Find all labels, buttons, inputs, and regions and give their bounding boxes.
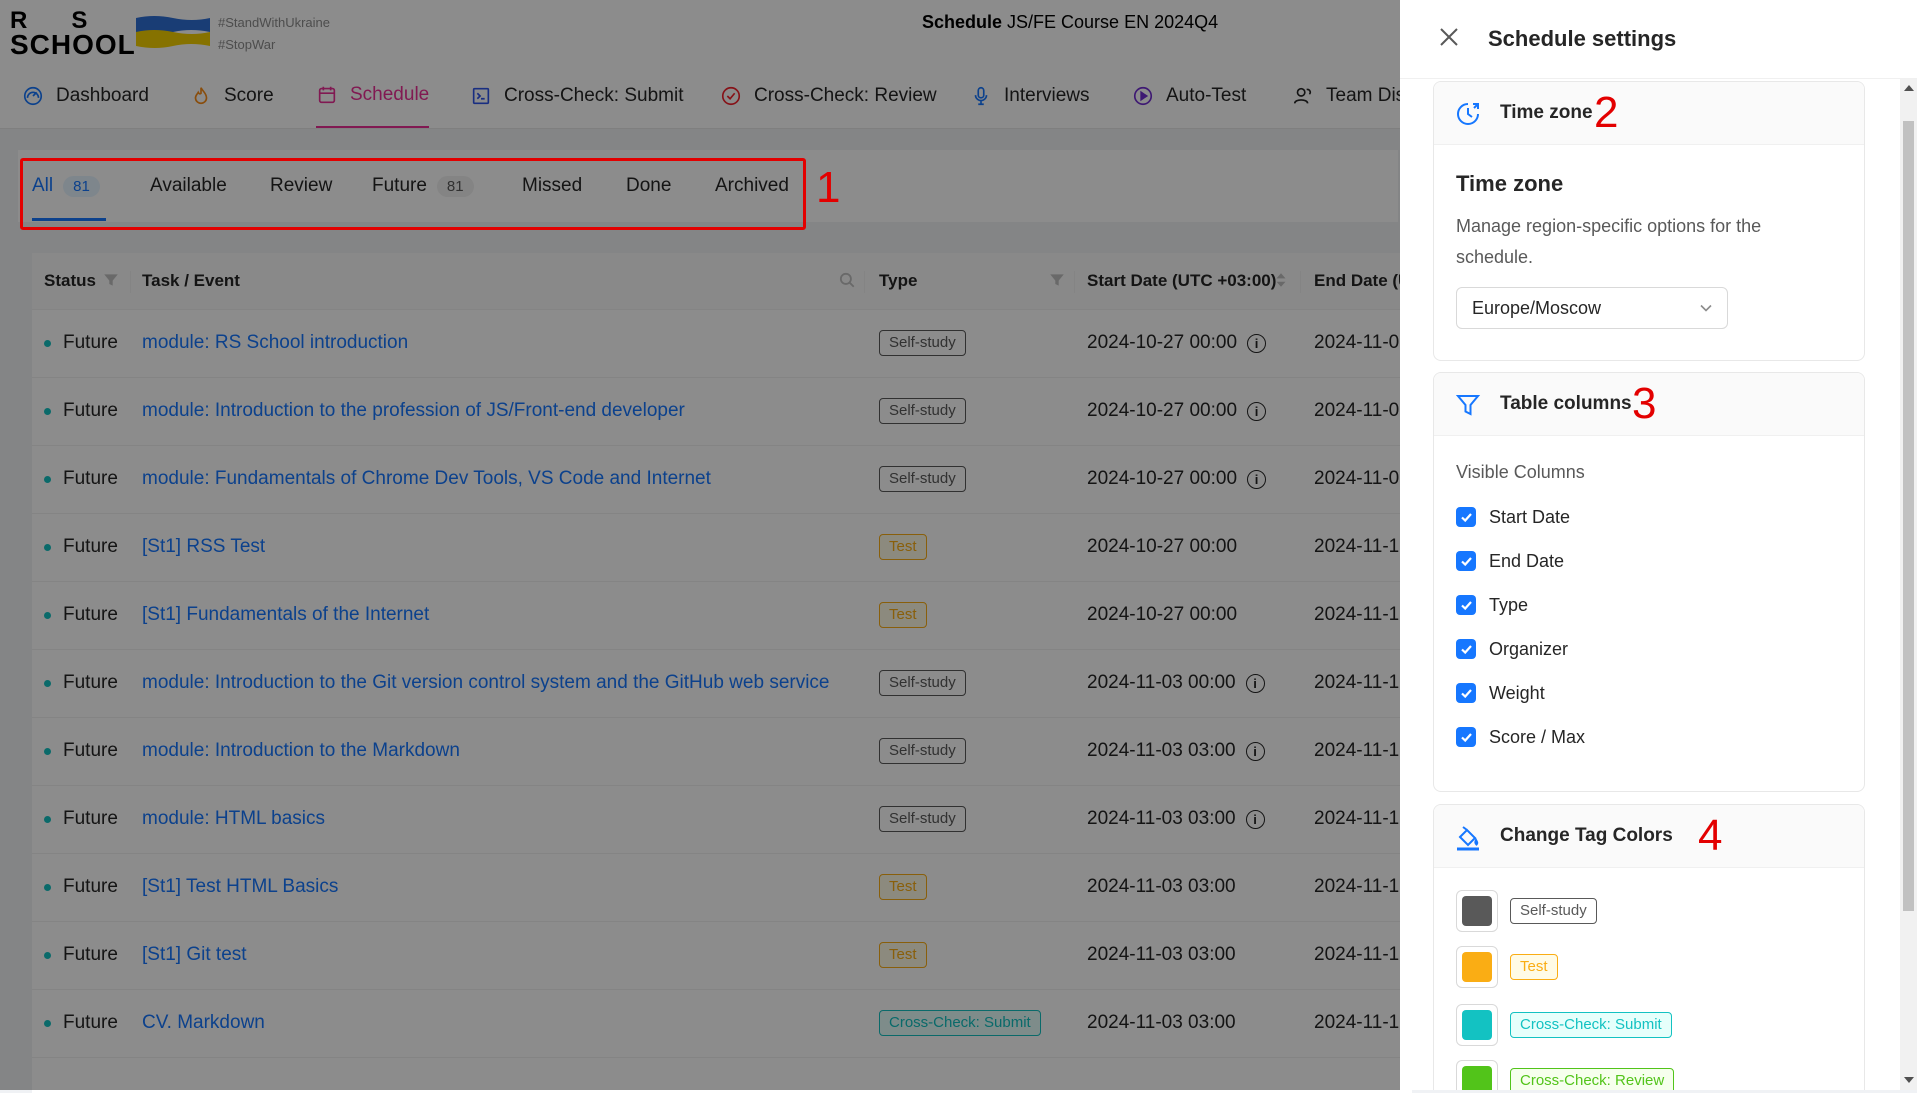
visible-columns-label: Visible Columns bbox=[1456, 462, 1585, 482]
timezone-select[interactable]: Europe/Moscow bbox=[1456, 287, 1728, 329]
drawer-title: Schedule settings bbox=[1488, 26, 1677, 51]
clock-icon bbox=[1457, 103, 1479, 125]
annotation-4: 4 bbox=[1698, 811, 1723, 860]
checkbox-checked-icon bbox=[1456, 639, 1476, 659]
checkbox-checked-icon bbox=[1456, 595, 1476, 615]
checkbox-label: Score / Max bbox=[1489, 726, 1586, 747]
scroll-down-arrow-icon[interactable] bbox=[1904, 1077, 1914, 1083]
tag-colors-card: Change Tag Colors 4 Self-study Test Cros… bbox=[1433, 804, 1865, 1090]
drawer-header: Schedule settings bbox=[1400, 0, 1917, 79]
scrollbar-thumb[interactable] bbox=[1903, 121, 1914, 911]
checkbox-end-date[interactable]: End Date bbox=[1456, 546, 1564, 576]
checkbox-checked-icon bbox=[1456, 683, 1476, 703]
timezone-card-title: Time zone bbox=[1500, 102, 1593, 123]
color-swatch bbox=[1462, 1066, 1492, 1090]
color-picker-self-study[interactable] bbox=[1456, 890, 1498, 932]
color-picker-cross-check-submit[interactable] bbox=[1456, 1004, 1498, 1046]
tabs-highlight-box bbox=[20, 158, 806, 230]
tag-colors-card-title: Change Tag Colors bbox=[1500, 825, 1673, 846]
tag-preview-cross-check-review: Cross-Check: Review bbox=[1510, 1068, 1675, 1090]
checkbox-checked-icon bbox=[1456, 727, 1476, 747]
timezone-description: Manage region-specific options for the s… bbox=[1456, 216, 1762, 267]
tag-color-row-self-study: Self-study bbox=[1456, 888, 1597, 934]
annotation-2: 2 bbox=[1594, 88, 1619, 137]
timezone-card: Time zone 2 Time zone Manage region-spec… bbox=[1433, 81, 1865, 361]
checkbox-label: Weight bbox=[1489, 682, 1545, 703]
color-swatch bbox=[1462, 952, 1492, 982]
checkbox-organizer[interactable]: Organizer bbox=[1456, 634, 1568, 664]
checkbox-label: Type bbox=[1489, 594, 1529, 615]
checkbox-label: Organizer bbox=[1489, 638, 1569, 659]
color-swatch bbox=[1462, 1010, 1492, 1040]
table-columns-card: Table columns 3 Visible Columns Start Da… bbox=[1433, 372, 1865, 792]
annotation-3: 3 bbox=[1632, 379, 1657, 428]
tag-preview-cross-check-submit: Cross-Check: Submit bbox=[1510, 1012, 1672, 1038]
tag-color-row-test: Test bbox=[1456, 944, 1558, 990]
drawer-body: Time zone 2 Time zone Manage region-spec… bbox=[1400, 79, 1900, 1090]
color-swatch bbox=[1462, 896, 1492, 926]
color-picker-test[interactable] bbox=[1456, 946, 1498, 988]
tag-preview-self-study: Self-study bbox=[1510, 898, 1597, 924]
checkbox-start-date[interactable]: Start Date bbox=[1456, 502, 1570, 532]
checkbox-label: End Date bbox=[1489, 550, 1565, 571]
tag-color-row-cross-check-review: Cross-Check: Review bbox=[1456, 1058, 1675, 1090]
filter-funnel-icon bbox=[1455, 395, 1481, 416]
checkbox-checked-icon bbox=[1456, 551, 1476, 571]
checkbox-weight[interactable]: Weight bbox=[1456, 678, 1545, 708]
checkbox-score-max[interactable]: Score / Max bbox=[1456, 722, 1585, 752]
checkbox-label: Start Date bbox=[1489, 506, 1571, 527]
schedule-settings-drawer: Schedule settings Time zone 2 Time zone … bbox=[1400, 0, 1917, 1090]
color-picker-cross-check-review[interactable] bbox=[1456, 1060, 1498, 1090]
close-icon[interactable] bbox=[1438, 26, 1460, 48]
timezone-select-value: Europe/Moscow bbox=[1472, 298, 1602, 318]
table-columns-card-title: Table columns bbox=[1500, 393, 1632, 414]
table-columns-card-header: Table columns 3 bbox=[1434, 373, 1864, 436]
checkbox-type[interactable]: Type bbox=[1456, 590, 1528, 620]
timezone-card-header: Time zone 2 bbox=[1434, 82, 1864, 145]
tag-colors-card-header: Change Tag Colors 4 bbox=[1434, 805, 1864, 868]
chevron-down-icon bbox=[1700, 304, 1712, 312]
drawer-scrollbar[interactable] bbox=[1900, 79, 1917, 1090]
tag-color-row-cross-check-submit: Cross-Check: Submit bbox=[1456, 1002, 1672, 1048]
timezone-heading: Time zone bbox=[1456, 171, 1564, 196]
annotation-1: 1 bbox=[816, 163, 841, 212]
paint-bucket-icon bbox=[1457, 826, 1479, 851]
scroll-up-arrow-icon[interactable] bbox=[1904, 85, 1914, 91]
checkbox-checked-icon bbox=[1456, 507, 1476, 527]
tag-preview-test: Test bbox=[1510, 954, 1558, 980]
